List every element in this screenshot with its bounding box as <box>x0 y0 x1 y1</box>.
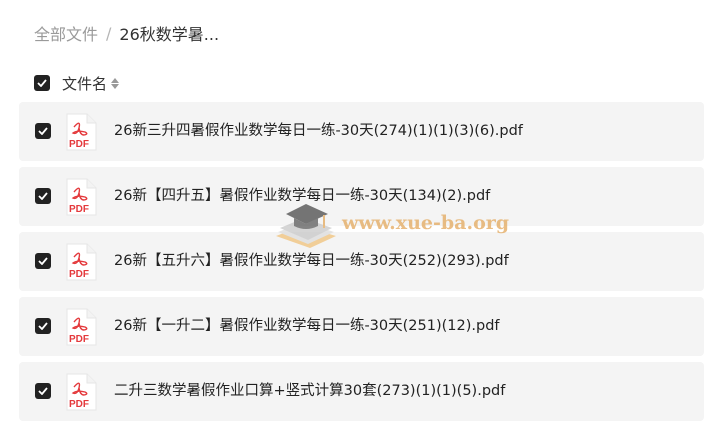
pdf-file-icon: PDF <box>66 178 97 216</box>
file-checkbox[interactable] <box>35 318 51 334</box>
checkmark-icon <box>37 79 47 87</box>
breadcrumb-current-folder: 26秋数学暑... <box>119 25 220 44</box>
pdf-file-icon: PDF <box>66 113 97 151</box>
breadcrumb: 全部文件 / 26秋数学暑... <box>34 21 220 45</box>
list-header: 文件名 <box>34 72 120 94</box>
pdf-type-label: PDF <box>69 139 89 150</box>
file-row[interactable]: PDF 26新三升四暑假作业数学每日一练-30天(274)(1)(1)(3)(6… <box>19 102 704 161</box>
pdf-type-label: PDF <box>69 204 89 215</box>
file-list: PDF 26新三升四暑假作业数学每日一练-30天(274)(1)(1)(3)(6… <box>19 102 704 427</box>
file-name[interactable]: 26新三升四暑假作业数学每日一练-30天(274)(1)(1)(3)(6).pd… <box>114 102 523 161</box>
breadcrumb-root-link[interactable]: 全部文件 <box>34 21 98 45</box>
checkmark-icon <box>38 257 48 265</box>
file-checkbox[interactable] <box>35 123 51 139</box>
file-browser-panel: 全部文件 / 26秋数学暑... 文件名 PDF 26新三升四暑假作业数学每日一… <box>0 0 704 428</box>
checkmark-icon <box>38 127 48 135</box>
pdf-type-label: PDF <box>69 269 89 280</box>
file-name[interactable]: 26新【四升五】暑假作业数学每日一练-30天(134)(2).pdf <box>114 167 490 226</box>
checkmark-icon <box>38 192 48 200</box>
pdf-type-label: PDF <box>69 334 89 345</box>
file-row[interactable]: PDF 二升三数学暑假作业口算+竖式计算30套(273)(1)(1)(5).pd… <box>19 362 704 421</box>
pdf-file-icon: PDF <box>66 308 97 346</box>
file-name[interactable]: 26新【五升六】暑假作业数学每日一练-30天(252)(293).pdf <box>114 232 509 291</box>
file-checkbox[interactable] <box>35 383 51 399</box>
file-row[interactable]: PDF 26新【一升二】暑假作业数学每日一练-30天(251)(12).pdf <box>19 297 704 356</box>
file-row[interactable]: PDF 26新【五升六】暑假作业数学每日一练-30天(252)(293).pdf <box>19 232 704 291</box>
file-name[interactable]: 26新【一升二】暑假作业数学每日一练-30天(251)(12).pdf <box>114 297 500 356</box>
filename-column-header[interactable]: 文件名 <box>62 73 107 94</box>
pdf-type-label: PDF <box>69 399 89 410</box>
checkmark-icon <box>38 387 48 395</box>
pdf-file-icon: PDF <box>66 243 97 281</box>
pdf-file-icon: PDF <box>66 373 97 411</box>
breadcrumb-separator: / <box>106 23 112 43</box>
file-name[interactable]: 二升三数学暑假作业口算+竖式计算30套(273)(1)(1)(5).pdf <box>114 362 505 421</box>
file-row[interactable]: PDF 26新【四升五】暑假作业数学每日一练-30天(134)(2).pdf <box>19 167 704 226</box>
file-checkbox[interactable] <box>35 253 51 269</box>
checkmark-icon <box>38 322 48 330</box>
select-all-checkbox[interactable] <box>34 75 50 91</box>
file-checkbox[interactable] <box>35 188 51 204</box>
sort-icon[interactable] <box>111 77 120 89</box>
